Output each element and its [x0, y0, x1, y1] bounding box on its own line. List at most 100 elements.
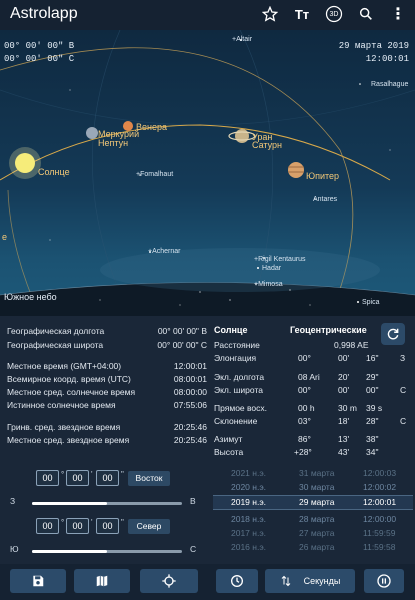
picker-row[interactable]: 2016 н.э. 26 марта 11:59:58 — [213, 541, 413, 554]
search-icon[interactable] — [355, 3, 377, 25]
picker-year: 2018 н.э. — [231, 514, 267, 524]
star-icon[interactable] — [259, 3, 281, 25]
row-value-b: 13' — [338, 434, 350, 444]
pause-icon — [377, 574, 391, 588]
row-label: Экл. долгота — [214, 372, 265, 382]
row-value-b: 43' — [338, 447, 350, 457]
row-value-d: С — [400, 416, 407, 426]
view-controls: 00 ° 00 ' 00 " Восток З В 00 ° 00 ' 00 "… — [0, 460, 210, 564]
row-label: Высота — [214, 447, 244, 457]
sky-coordinates: 00° 00' 00" В 00° 00' 00" С — [4, 40, 74, 66]
row-value-a: 00° — [298, 385, 311, 395]
row-label: Истинное солнечное время — [7, 400, 116, 410]
slider2-right-label: С — [190, 544, 197, 554]
picker-year: 2017 н.э. — [231, 528, 267, 538]
row-value: 20:25:46 — [173, 435, 207, 445]
row-label: Гринв. сред. звездное время — [7, 422, 121, 432]
picker-time: 12:00:01 — [363, 497, 397, 507]
picker-date: 26 марта — [299, 542, 335, 552]
star-altair[interactable]: +Altair — [232, 36, 252, 43]
picker-date: 31 марта — [299, 468, 335, 478]
info-row: Гринв. сред. звездное время 20:25:46 — [7, 422, 207, 432]
row-value: 0,998 AE — [334, 340, 369, 350]
pause-button[interactable] — [364, 569, 404, 593]
clock-icon — [231, 575, 243, 587]
star-mimosa[interactable]: +Mimosa — [254, 281, 283, 288]
label-venus[interactable]: Венера — [136, 122, 167, 132]
altitude-slider[interactable] — [32, 550, 182, 553]
picker-row-selected[interactable]: 2019 н.э. 29 марта 12:00:01 — [213, 495, 413, 510]
picker-year: 2021 н.э. — [231, 468, 267, 478]
row-value-d: З — [400, 353, 406, 363]
row-label: Местное сред. солнечное время — [7, 387, 136, 397]
east-button[interactable]: Восток — [128, 471, 170, 486]
picker-row[interactable]: 2017 н.э. 27 марта 11:59:59 — [213, 527, 413, 540]
coordinate-mode[interactable]: Геоцентрические — [290, 325, 367, 335]
star-antares[interactable]: Antares — [313, 196, 337, 203]
save-button[interactable] — [10, 569, 66, 593]
row-value-a: 03° — [298, 416, 311, 426]
picker-row[interactable]: 2021 н.э. 31 марта 12:00:03 — [213, 467, 413, 480]
3d-icon[interactable]: 3D — [323, 3, 345, 25]
row-value-b: 00' — [338, 353, 350, 363]
azimuth-slider[interactable] — [32, 502, 182, 505]
object-name[interactable]: Солнце — [214, 325, 247, 335]
star-rigil-kentaurus[interactable]: +Rigil Kentaurus — [254, 256, 306, 263]
map-button[interactable] — [74, 569, 130, 593]
label-sun[interactable]: Солнце — [38, 167, 70, 177]
row-value-d: С — [400, 385, 407, 395]
more-vert-icon[interactable]: ⋮ — [387, 3, 409, 25]
row-label: Экл. широта — [214, 385, 263, 395]
row-value: 07:55:06 — [173, 400, 207, 410]
deg-mark: ° — [61, 518, 65, 527]
row-value: 00° 00' 00" В — [157, 326, 207, 336]
star-hadar[interactable]: Hadar — [262, 265, 281, 272]
row-value-b: 00' — [338, 385, 350, 395]
label-saturn[interactable]: Сатурн — [252, 140, 282, 150]
picker-row[interactable]: 2018 н.э. 28 марта 12:00:00 — [213, 513, 413, 526]
slider1-right-label: В — [190, 496, 196, 506]
row-label: Азимут — [214, 434, 243, 444]
locate-button[interactable] — [140, 569, 198, 593]
row-label: Склонение — [214, 416, 258, 426]
row-label: Географическая широта — [7, 340, 104, 350]
picker-date: 28 марта — [299, 514, 335, 524]
picker-date: 30 марта — [299, 482, 335, 492]
sky-direction-label: Южное небо — [4, 292, 57, 302]
row-label: Элонгация — [214, 353, 257, 363]
picker-year: 2020 н.э. — [231, 482, 267, 492]
refresh-button[interactable] — [381, 323, 405, 345]
minutes-input-1[interactable]: 00 — [66, 470, 89, 486]
row-value: 08:00:00 — [173, 387, 207, 397]
text-size-icon[interactable]: Tт — [291, 3, 313, 25]
time-button[interactable] — [216, 569, 258, 593]
info-row: Местное сред. звездное время 20:25:46 — [7, 435, 207, 445]
label-neptune[interactable]: Нептун — [98, 138, 128, 148]
hours-input-1[interactable]: 00 — [36, 470, 59, 486]
hours-input-2[interactable]: 00 — [36, 518, 59, 534]
star-achernar[interactable]: +Achernar — [148, 248, 181, 255]
label-jupiter[interactable]: Юпитер — [306, 171, 339, 181]
toolbar-actions: Tт 3D ⋮ — [259, 3, 409, 25]
minutes-input-2[interactable]: 00 — [66, 518, 89, 534]
time-step-button[interactable]: Секунды — [265, 569, 355, 593]
north-button[interactable]: Север — [128, 519, 170, 534]
seconds-input-2[interactable]: 00 — [96, 518, 119, 534]
sky-view[interactable]: 00° 00' 00" В 00° 00' 00" С 29 марта 201… — [0, 30, 415, 316]
datetime-picker[interactable]: 2021 н.э. 31 марта 12:00:03 2020 н.э. 30… — [213, 462, 413, 562]
star-rasalhague[interactable]: Rasalhague — [371, 81, 408, 88]
picker-row[interactable]: 2020 н.э. 30 марта 12:00:02 — [213, 481, 413, 494]
row-value: 12:00:01 — [173, 361, 207, 371]
seconds-input-1[interactable]: 00 — [96, 470, 119, 486]
star-spica[interactable]: Spica — [362, 299, 380, 306]
star-fomalhaut[interactable]: +Fomalhaut — [136, 171, 173, 178]
sec-mark: " — [121, 470, 124, 479]
info-row: Истинное солнечное время 07:55:06 — [7, 400, 207, 410]
picker-time: 12:00:02 — [363, 482, 397, 492]
picker-time: 12:00:03 — [363, 468, 397, 478]
altitude-slider-fill — [32, 550, 107, 553]
picker-date: 27 марта — [299, 528, 335, 538]
row-label: Местное время (GMT+04:00) — [7, 361, 122, 371]
row-value-b: 18' — [338, 416, 350, 426]
crosshair-icon — [162, 574, 176, 588]
